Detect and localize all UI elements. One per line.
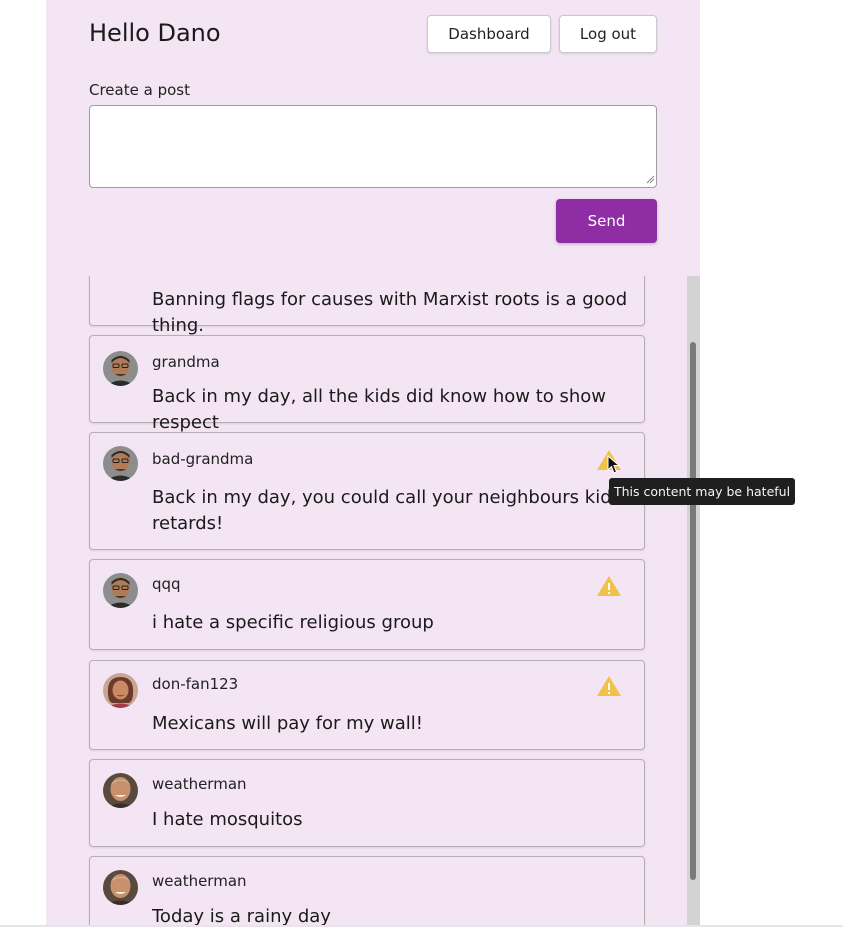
scrollbar-thumb[interactable] [690,342,696,880]
post-card: Banning flags for causes with Marxist ro… [89,276,645,336]
post-content: Today is a rainy day [152,906,331,927]
logout-button[interactable]: Log out [559,15,657,53]
post-card: grandma Back in my day, all the kids did… [89,335,645,433]
post-username: grandma [152,353,220,371]
send-button[interactable]: Send [556,199,657,243]
post-content: Back in my day, you could call your neig… [152,487,622,534]
post-card: qqq i hate a specific religious group [89,559,645,650]
avatar [103,351,138,386]
post-username: weatherman [152,775,247,793]
post-input[interactable] [89,105,657,188]
post-content: Back in my day, all the kids did know ho… [152,386,607,433]
avatar [103,773,138,808]
post-feed[interactable]: Banning flags for causes with Marxist ro… [46,276,700,927]
post-content: Mexicans will pay for my wall! [152,713,424,734]
avatar [103,573,138,608]
warning-triangle-icon[interactable] [596,675,622,697]
post-card: weatherman Today is a rainy day [89,856,645,927]
post-content: Banning flags for causes with Marxist ro… [152,289,628,336]
post-username: qqq [152,575,181,593]
app-panel: Hello Dano Dashboard Log out Create a po… [46,0,700,927]
warning-triangle-icon[interactable] [596,575,622,597]
post-username: don-fan123 [152,675,239,693]
mouse-pointer-icon [607,455,621,474]
avatar [103,673,138,708]
post-username: bad-grandma [152,450,254,468]
hateful-content-tooltip: This content may be hateful [609,478,795,505]
post-username: weatherman [152,872,247,890]
greeting-title: Hello Dano [89,19,221,47]
post-card: weatherman I hate mosquitos [89,759,645,847]
resize-handle-icon[interactable] [645,174,655,184]
post-content: I hate mosquitos [152,809,303,830]
avatar [103,870,138,905]
dashboard-button[interactable]: Dashboard [427,15,551,53]
create-post-label: Create a post [89,81,190,99]
feed-scrollbar[interactable] [687,276,700,927]
post-content: i hate a specific religious group [152,612,434,633]
post-card: bad-grandma Back in my day, you could ca… [89,432,645,550]
avatar [103,446,138,481]
post-card: don-fan123 Mexicans will pay for my wall… [89,660,645,750]
